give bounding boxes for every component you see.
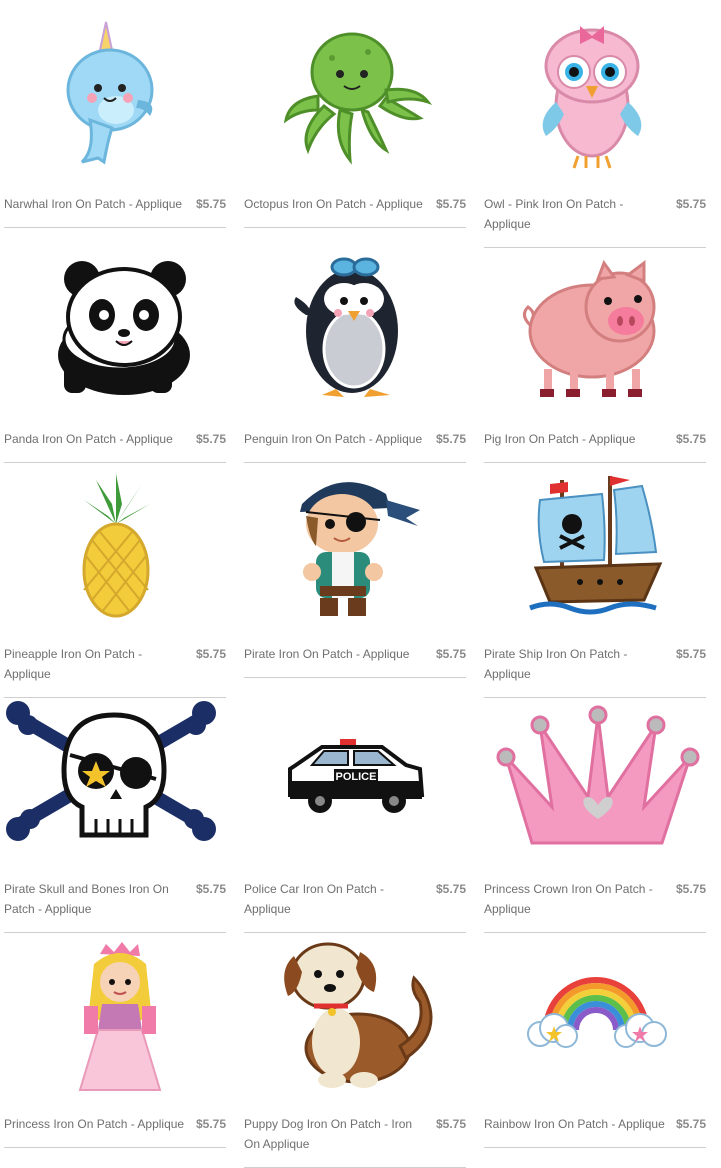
princess-icon[interactable] (0, 930, 226, 1100)
product-price: $5.75 (435, 432, 466, 446)
product-name[interactable]: Pirate Iron On Patch - Applique (244, 644, 426, 664)
rainbow-icon[interactable] (480, 930, 706, 1100)
product-price: $5.75 (195, 197, 226, 211)
product-price: $5.75 (435, 882, 466, 896)
pineapple-icon[interactable] (0, 460, 226, 630)
product-name[interactable]: Narwhal Iron On Patch - Applique (4, 194, 186, 214)
pirate-icon[interactable] (240, 460, 466, 630)
product-name[interactable]: Pineapple Iron On Patch - Applique (4, 644, 186, 684)
product-name[interactable]: Police Car Iron On Patch - Applique (244, 879, 426, 919)
product-name[interactable]: Rainbow Iron On Patch - Applique (484, 1114, 666, 1134)
police-text: POLICE (336, 771, 377, 783)
product-name[interactable]: Panda Iron On Patch - Applique (4, 429, 186, 449)
product-price: $5.75 (435, 1117, 466, 1131)
product-name[interactable]: Puppy Dog Iron On Patch - Iron On Appliq… (244, 1114, 426, 1154)
narwhal-icon[interactable] (0, 10, 226, 180)
product-price: $5.75 (675, 647, 706, 661)
divider (244, 227, 466, 228)
product-name[interactable]: Owl - Pink Iron On Patch - Applique (484, 194, 666, 234)
product-price: $5.75 (675, 197, 706, 211)
product-price: $5.75 (195, 1117, 226, 1131)
penguin-icon[interactable] (240, 245, 466, 415)
product-name[interactable]: Octopus Iron On Patch - Applique (244, 194, 426, 214)
product-price: $5.75 (195, 882, 226, 896)
divider (4, 1147, 226, 1148)
pirate-ship-icon[interactable] (480, 460, 706, 630)
panda-icon[interactable] (0, 245, 226, 415)
product-price: $5.75 (195, 647, 226, 661)
pig-icon[interactable] (480, 245, 706, 415)
divider (484, 1147, 706, 1148)
crown-icon[interactable] (480, 695, 706, 865)
product-price: $5.75 (675, 432, 706, 446)
puppy-icon[interactable] (240, 930, 466, 1100)
product-name[interactable]: Penguin Iron On Patch - Applique (244, 429, 426, 449)
product-price: $5.75 (675, 1117, 706, 1131)
product-grid: Narwhal Iron On Patch - Applique $5.75 O… (0, 0, 721, 1168)
skull-icon[interactable] (0, 695, 226, 865)
product-name[interactable]: Pig Iron On Patch - Applique (484, 429, 666, 449)
product-name[interactable]: Princess Crown Iron On Patch - Applique (484, 879, 666, 919)
product-name[interactable]: Pirate Ship Iron On Patch - Applique (484, 644, 666, 684)
owl-icon[interactable] (480, 10, 706, 180)
product-name[interactable]: Pirate Skull and Bones Iron On Patch - A… (4, 879, 186, 919)
product-price: $5.75 (435, 647, 466, 661)
divider (4, 227, 226, 228)
product-price: $5.75 (195, 432, 226, 446)
divider (244, 677, 466, 678)
police-car-icon[interactable]: POLICE (240, 695, 466, 865)
product-name[interactable]: Princess Iron On Patch - Applique (4, 1114, 186, 1134)
product-price: $5.75 (435, 197, 466, 211)
product-price: $5.75 (675, 882, 706, 896)
octopus-icon[interactable] (240, 10, 466, 180)
